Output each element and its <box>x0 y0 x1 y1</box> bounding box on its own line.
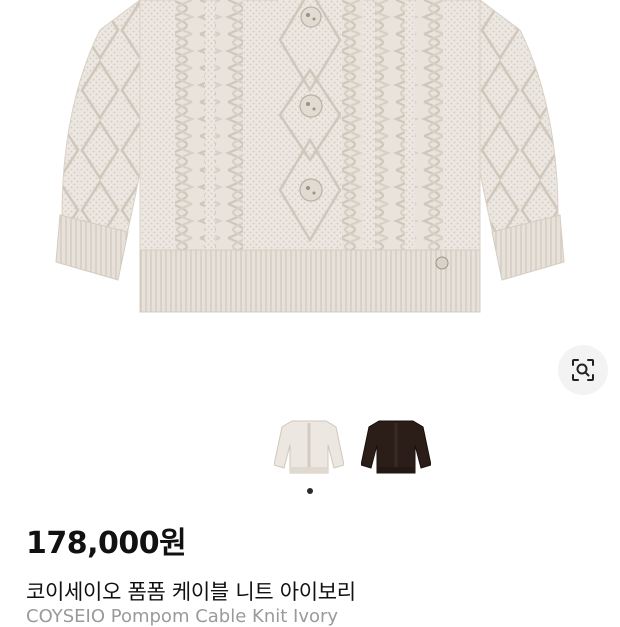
color-thumbnails <box>273 415 432 481</box>
pagination-dot-active[interactable] <box>307 488 313 494</box>
product-price: 178,000원 <box>26 526 187 561</box>
ivory-cable-knit-sweater-image <box>55 0 565 313</box>
product-name-english: COYSEIO Pompom Cable Knit Ivory <box>26 606 339 627</box>
image-search-button[interactable] <box>558 345 608 395</box>
carousel-pagination <box>0 488 620 494</box>
product-image[interactable] <box>0 0 620 340</box>
image-search-icon <box>572 359 594 381</box>
product-name-korean: 코이세이오 폼폼 케이블 니트 아이보리 <box>26 580 356 604</box>
ivory-sweater-thumb[interactable] <box>273 415 345 481</box>
dark-brown-sweater-thumb[interactable] <box>360 415 432 481</box>
